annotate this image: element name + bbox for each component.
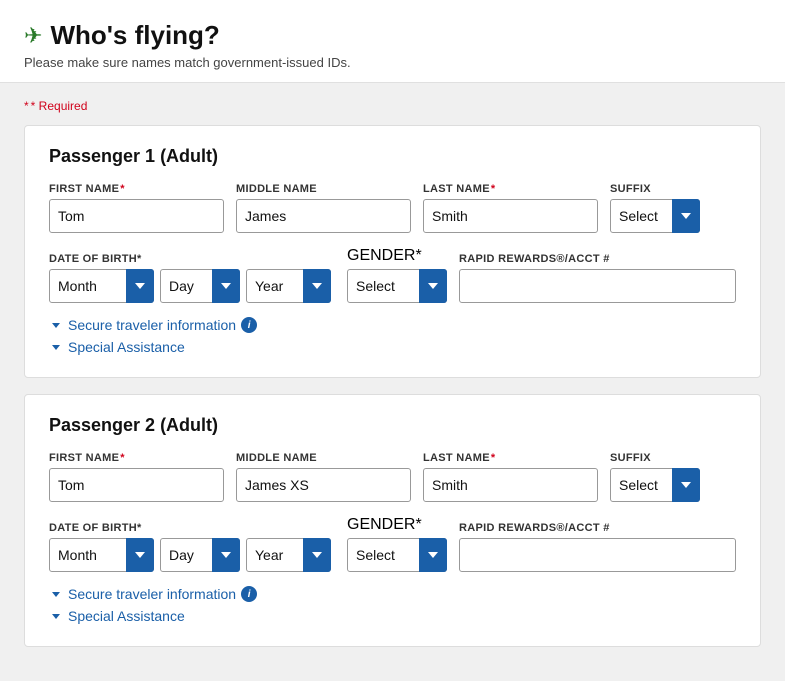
required-note: ** Required [24, 99, 761, 113]
passenger-1-middle-name-group: MIDDLE NAME [236, 183, 411, 233]
passenger-2-last-name-group: LAST NAME* [423, 452, 598, 502]
passenger-1-month-wrapper: Month JanuaryFebruaryMarch AprilMayJune … [49, 269, 154, 303]
passenger-2-middle-name-group: MIDDLE NAME [236, 452, 411, 502]
gender-label: GENDER* [347, 247, 447, 265]
passenger-2-suffix-group: SUFFIX Select Jr. Sr. II III [610, 452, 700, 502]
passenger-1-heading: Passenger 1 (Adult) [49, 146, 736, 167]
p2-chevron-down-icon [49, 587, 63, 601]
passenger-2-first-name-input[interactable] [49, 468, 224, 502]
passenger-2-dob-row: DATE OF BIRTH* Month JanuaryFebruaryMarc… [49, 516, 736, 572]
last-name-label: LAST NAME* [423, 183, 598, 195]
passenger-2-gender-wrapper: Select Male Female [347, 538, 447, 572]
chevron-down-icon-2 [49, 340, 63, 354]
page-title: Who's flying? [50, 20, 219, 51]
passenger-1-dob-row: DATE OF BIRTH* Month JanuaryFebruaryMarc… [49, 247, 736, 303]
passenger-2-name-row: FIRST NAME* MIDDLE NAME LAST NAME* SUFFI… [49, 452, 736, 502]
p2-last-name-label: LAST NAME* [423, 452, 598, 464]
passenger-2-year-wrapper: Year [246, 538, 331, 572]
page-subtitle: Please make sure names match government-… [24, 55, 761, 70]
page-header: ✈ Who's flying? Please make sure names m… [0, 0, 785, 83]
passenger-1-year-wrapper: Year [246, 269, 331, 303]
dob-inputs: Month JanuaryFebruaryMarch AprilMayJune … [49, 269, 331, 303]
passenger-2-suffix-select[interactable]: Select Jr. Sr. II III [610, 468, 700, 502]
passenger-1-first-name-group: FIRST NAME* [49, 183, 224, 233]
passenger-2-dob-group: DATE OF BIRTH* Month JanuaryFebruaryMarc… [49, 522, 331, 572]
passenger-2-links: Secure traveler information i Special As… [49, 586, 736, 624]
passenger-1-gender-select[interactable]: Select Male Female [347, 269, 447, 303]
info-icon[interactable]: i [241, 317, 257, 333]
passenger-1-month-select[interactable]: Month JanuaryFebruaryMarch AprilMayJune … [49, 269, 154, 303]
passenger-1-day-wrapper: Day [160, 269, 240, 303]
passenger-2-month-select[interactable]: Month JanuaryFebruaryMarch AprilMayJune … [49, 538, 154, 572]
p2-info-icon[interactable]: i [241, 586, 257, 602]
p2-first-name-label: FIRST NAME* [49, 452, 224, 464]
passenger-1-gender-wrapper: Select Male Female [347, 269, 447, 303]
passenger-2-special-assistance-link[interactable]: Special Assistance [49, 608, 736, 624]
passenger-2-year-select[interactable]: Year [246, 538, 331, 572]
passenger-2-gender-select[interactable]: Select Male Female [347, 538, 447, 572]
passenger-2-rapid-rewards-input[interactable] [459, 538, 736, 572]
p2-dob-inputs: Month JanuaryFebruaryMarch AprilMayJune … [49, 538, 331, 572]
passenger-2-day-wrapper: Day [160, 538, 240, 572]
plane-icon: ✈ [24, 23, 42, 49]
passenger-1-gender-group: GENDER* Select Male Female [347, 247, 447, 303]
passenger-2-first-name-group: FIRST NAME* [49, 452, 224, 502]
p2-gender-label: GENDER* [347, 516, 447, 534]
passenger-1-middle-name-input[interactable] [236, 199, 411, 233]
p2-middle-name-label: MIDDLE NAME [236, 452, 411, 464]
passenger-1-suffix-select-wrapper: Select Jr. Sr. II III [610, 199, 700, 233]
p2-dob-label: DATE OF BIRTH* [49, 522, 331, 534]
passenger-1-rapid-rewards-input[interactable] [459, 269, 736, 303]
middle-name-label: MIDDLE NAME [236, 183, 411, 195]
p2-chevron-down-icon-2 [49, 609, 63, 623]
content-area: ** Required Passenger 1 (Adult) FIRST NA… [0, 83, 785, 679]
passenger-2-heading: Passenger 2 (Adult) [49, 415, 736, 436]
passenger-1-rapid-rewards-group: RAPID REWARDS®/ACCT # [459, 253, 736, 303]
dob-label: DATE OF BIRTH* [49, 253, 331, 265]
chevron-down-icon [49, 318, 63, 332]
passenger-2-card: Passenger 2 (Adult) FIRST NAME* MIDDLE N… [24, 394, 761, 647]
rapid-rewards-label: RAPID REWARDS®/ACCT # [459, 253, 736, 265]
passenger-2-suffix-select-wrapper: Select Jr. Sr. II III [610, 468, 700, 502]
passenger-1-suffix-group: SUFFIX Select Jr. Sr. II III [610, 183, 700, 233]
passenger-1-secure-traveler-link[interactable]: Secure traveler information i [49, 317, 736, 333]
passenger-2-middle-name-input[interactable] [236, 468, 411, 502]
passenger-2-day-select[interactable]: Day [160, 538, 240, 572]
passenger-1-card: Passenger 1 (Adult) FIRST NAME* MIDDLE N… [24, 125, 761, 378]
passenger-2-secure-traveler-link[interactable]: Secure traveler information i [49, 586, 736, 602]
passenger-1-last-name-group: LAST NAME* [423, 183, 598, 233]
p2-suffix-label: SUFFIX [610, 452, 700, 464]
passenger-1-year-select[interactable]: Year [246, 269, 331, 303]
suffix-label: SUFFIX [610, 183, 700, 195]
passenger-1-last-name-input[interactable] [423, 199, 598, 233]
p2-rapid-rewards-label: RAPID REWARDS®/ACCT # [459, 522, 736, 534]
passenger-2-rapid-rewards-group: RAPID REWARDS®/ACCT # [459, 522, 736, 572]
passenger-1-dob-group: DATE OF BIRTH* Month JanuaryFebruaryMarc… [49, 253, 331, 303]
passenger-1-day-select[interactable]: Day [160, 269, 240, 303]
passenger-1-links: Secure traveler information i Special As… [49, 317, 736, 355]
passenger-2-month-wrapper: Month JanuaryFebruaryMarch AprilMayJune … [49, 538, 154, 572]
passenger-1-first-name-input[interactable] [49, 199, 224, 233]
passenger-1-name-row: FIRST NAME* MIDDLE NAME LAST NAME* SUFFI… [49, 183, 736, 233]
passenger-1-suffix-select[interactable]: Select Jr. Sr. II III [610, 199, 700, 233]
passenger-2-gender-group: GENDER* Select Male Female [347, 516, 447, 572]
passenger-1-special-assistance-link[interactable]: Special Assistance [49, 339, 736, 355]
passenger-2-last-name-input[interactable] [423, 468, 598, 502]
first-name-label: FIRST NAME* [49, 183, 224, 195]
